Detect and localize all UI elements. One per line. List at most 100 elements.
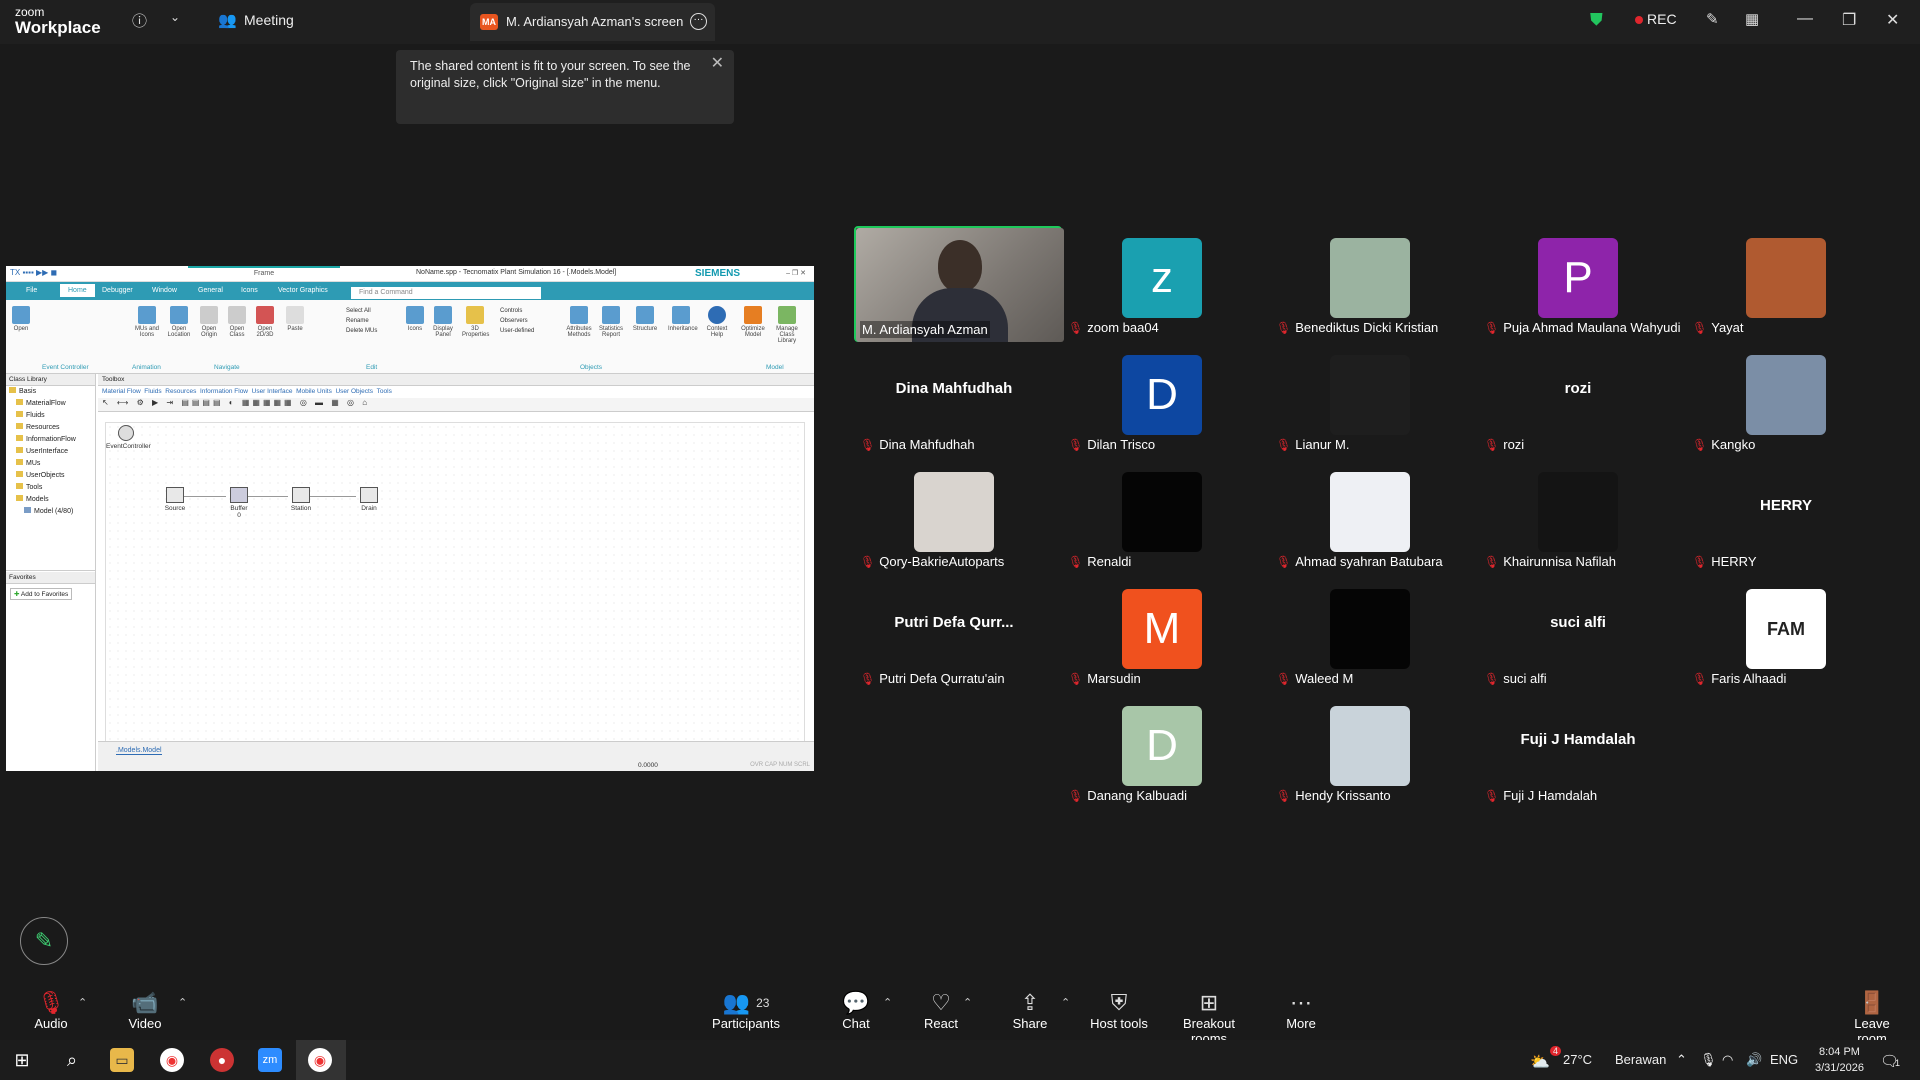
chat-button[interactable]: 💬 Chat [838,990,874,1031]
participant-tile[interactable]: 🎙 Hendy Krissanto [1270,694,1470,806]
search-icon[interactable]: ⌕ [60,1048,84,1072]
group-model: Model [766,364,784,371]
participant-name: Dina Mahfudhah [879,437,975,452]
volume-icon[interactable]: 🔊 [1746,1052,1762,1068]
mic-muted-icon: 🎙 [1276,321,1292,335]
file-explorer-icon[interactable]: ▭ [110,1048,134,1072]
weather-temp[interactable]: 27°C [1563,1052,1592,1067]
notice-close-icon[interactable]: ✕ [711,55,724,72]
app-icon[interactable]: ● [210,1048,234,1072]
participant-tile[interactable]: Putri Defa Qurr... 🎙 Putri Defa Qurratu'ai… [854,577,1054,689]
tray-chevron-up-icon[interactable]: ⌃ [1676,1052,1687,1068]
tab-home: Home [60,284,95,297]
participant-tile[interactable]: Dina Mahfudhah 🎙 Dina Mahfudhah [854,343,1054,455]
participant-tile[interactable]: 🎙 Ahmad syahran Batubara [1270,460,1470,572]
participant-tile[interactable]: M 🎙 Marsudin [1062,577,1262,689]
annotate-pen-icon[interactable]: ✎ [1706,10,1719,28]
meeting-tab[interactable]: Meeting [244,12,294,28]
react-options-chevron-icon[interactable]: ⌃ [963,996,972,1009]
mic-muted-icon: 🎙 [1484,321,1500,335]
more-button[interactable]: ⋯ More [1285,990,1317,1031]
participant-display-name: suci alfi [1550,614,1606,631]
participant-tile[interactable]: rozi 🎙 rozi [1478,343,1678,455]
frame-tab: Frame [188,266,340,282]
host-tools-button[interactable]: ⛨ Host tools [1090,990,1148,1031]
video-button[interactable]: 📹 Video [125,990,165,1031]
restore-icon[interactable]: ❐ [1842,10,1856,30]
participant-tile[interactable]: 🎙 Benediktus Dicki Kristian [1270,226,1470,338]
more-options-icon[interactable]: ··· [690,13,707,30]
windows-taskbar: ⊞ ⌕ ▭ ◉ ● zm ◉ ⛅ 4 27°C Berawan ⌃ 🎙 ◠ 🔊 … [0,1040,1920,1080]
library-item: InformationFlow [6,434,95,446]
ribbon-context-help: Context Help [704,306,730,338]
mic-muted-icon: 🎙 [1692,672,1708,686]
participant-name: Qory-BakrieAutoparts [879,554,1005,569]
close-icon[interactable]: ✕ [1886,10,1899,30]
participants-button[interactable]: 👥 23 Participants [712,990,780,1031]
participant-tile[interactable]: 🎙 Qory-BakrieAutoparts [854,460,1054,572]
plantsim-title-bar: TX ▪▪▪▪ ▶▶ ◼ Frame NoName.spp - Tecnomat… [6,266,814,282]
participant-tile[interactable]: D 🎙 Danang Kalbuadi [1062,694,1262,806]
participant-tile[interactable]: M. Ardiansyah Azman [854,226,1064,342]
weather-icon[interactable]: ⛅ [1530,1052,1550,1072]
participant-tile[interactable]: FAM 🎙 Faris Alhaadi [1686,577,1886,689]
participant-tile[interactable]: 🎙 Renaldi [1062,460,1262,572]
participant-tile[interactable]: P 🎙 Puja Ahmad Maulana Wahyudi [1478,226,1681,338]
video-options-chevron-icon[interactable]: ⌃ [178,996,187,1009]
ribbon-inheritance: Inheritance [668,306,698,332]
security-shield-icon[interactable]: ⛊ [1590,10,1603,30]
annotate-pencil-icon[interactable]: ✎ [20,917,68,965]
share-button[interactable]: ⇪ Share [1010,990,1050,1031]
audio-button[interactable]: 🎙 Audio [34,990,68,1031]
record-dot-icon [1635,16,1643,24]
group-edit: Edit [366,364,378,371]
share-screen-icon: ⇪ [1020,990,1040,1015]
participant-tile[interactable]: 🎙 Lianur M. [1270,343,1470,455]
audio-options-chevron-icon[interactable]: ⌃ [78,996,87,1009]
windows-start-icon[interactable]: ⊞ [10,1048,34,1072]
minimize-icon[interactable]: — [1797,10,1813,28]
chrome-icon[interactable]: ◉ [160,1048,184,1072]
participant-name: Waleed M [1295,671,1354,686]
tray-mic-icon[interactable]: 🎙 [1700,1052,1717,1068]
participant-name-label: M. Ardiansyah Azman [860,321,990,338]
zoom-taskbar-icon[interactable]: zm [258,1048,282,1072]
participant-tile[interactable]: 🎙 Khairunnisa Nafilah [1478,460,1678,572]
participant-name-label: 🎙 Kangko [1690,436,1757,453]
chrome-profile-icon[interactable]: ◉ [308,1048,332,1072]
keyboard-status: OVR CAP NUM SCRL [750,762,810,768]
system-clock[interactable]: 8:04 PM 3/31/2026 [1815,1044,1864,1076]
recording-indicator[interactable]: REC [1635,11,1677,27]
wifi-icon[interactable]: ◠ [1722,1052,1733,1068]
source-object: Source [162,487,188,512]
info-icon[interactable]: ⓘ [132,10,147,31]
chevron-down-icon[interactable]: ⌄ [170,10,180,24]
participant-tile[interactable]: z 🎙 zoom baa04 [1062,226,1262,338]
participant-tile[interactable]: 🎙 Waleed M [1270,577,1470,689]
participant-tile[interactable]: Fuji J Hamdalah 🎙 Fuji J Hamdalah [1478,694,1678,806]
leave-room-button[interactable]: 🚪 Leave room [1838,990,1906,1046]
layout-view-icon[interactable]: ▦ [1745,10,1759,28]
participant-tile[interactable]: HERRY 🎙 HERRY [1686,460,1886,572]
participant-name: Kangko [1711,437,1756,452]
breakout-rooms-button[interactable]: ⊞ Breakout rooms [1165,990,1253,1046]
participant-photo [1330,355,1410,435]
ribbon-paste: Paste [282,306,308,332]
weather-text[interactable]: Berawan [1615,1052,1666,1067]
sharer-avatar: MA [480,14,498,30]
clock-date: 3/31/2026 [1815,1062,1864,1074]
mic-muted-icon: 🎙 [860,672,876,686]
participant-tile[interactable]: 🎙 Yayat [1686,226,1886,338]
chat-options-chevron-icon[interactable]: ⌃ [883,996,892,1009]
participant-name-label: 🎙 Qory-BakrieAutoparts [858,553,1006,570]
library-item: UserInterface [6,446,95,458]
participant-name-label: 🎙 Puja Ahmad Maulana Wahyudi [1482,319,1683,336]
react-button[interactable]: ♡ React [922,990,960,1031]
participant-tile[interactable]: 🎙 Kangko [1686,343,1886,455]
language-indicator[interactable]: ENG [1770,1052,1798,1067]
participant-tile[interactable]: D 🎙 Dilan Trisco [1062,343,1262,455]
share-options-chevron-icon[interactable]: ⌃ [1061,996,1070,1009]
ribbon-mus-icons: MUs and Icons [134,306,160,338]
shared-screen-tab[interactable]: MA M. Ardiansyah Azman's screen ··· [470,3,715,41]
participant-tile[interactable]: suci alfi 🎙 suci alfi [1478,577,1678,689]
